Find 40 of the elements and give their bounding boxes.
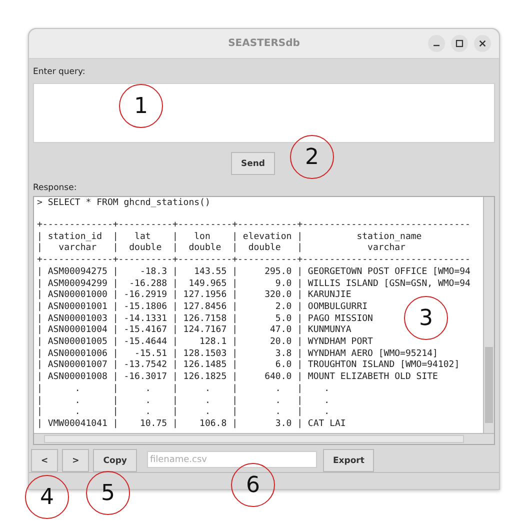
result-line: | station_id | lat | lon | elevation | station_name <box>37 232 422 243</box>
result-line: | ASN00001005 | -15.4644 | 128.1 | 20.0 | WYNDHAM PORT <box>37 337 373 349</box>
command-text: > SELECT * FROM ghcnd_stations() <box>37 198 210 210</box>
callout-number: 3 <box>404 296 448 340</box>
result-line: | ASN00001000 | -16.2919 | 127.1956 | 320.0 | KARUNJIE <box>37 290 352 302</box>
close-icon[interactable] <box>474 35 491 52</box>
callout-number: 5 <box>86 471 130 515</box>
result-line: | ASM00094275 | -18.3 | 143.55 | 295.0 | GEORGETOWN POST OFFICE [WMO=94 <box>37 266 470 279</box>
result-line: +-------------+----------+----------+-----------+------------------------------- <box>37 255 470 267</box>
callout-number: 4 <box>25 475 69 519</box>
result-line: | . | . | . | . | . <box>37 396 330 407</box>
result-line: | VMW00041041 | 10.75 | 106.8 | 3.0 | CAT LAI <box>37 418 346 431</box>
minimize-icon[interactable] <box>428 35 445 52</box>
query-label: Enter query: <box>33 66 86 77</box>
next-button[interactable]: > <box>62 449 90 472</box>
result-line: | ASN00001003 | -14.1331 | 126.7158 | 5.0 | PAGO MISSION <box>37 314 373 325</box>
result-line: | ASN00001008 | -16.3017 | 126.1825 | 640.0 | MOUNT ELIZABETH OLD SITE <box>37 372 438 384</box>
response-label: Response: <box>33 183 77 194</box>
callout-number: 6 <box>231 463 275 507</box>
previous-button[interactable]: < <box>31 449 58 472</box>
callout-number: 1 <box>119 84 163 128</box>
send-button[interactable]: Send <box>230 152 276 176</box>
copy-button[interactable]: Copy <box>93 449 137 472</box>
callout-number: 2 <box>290 135 334 179</box>
result-line: | ASN00001007 | -13.7542 | 126.1485 | 6.0 | TROUGHTON ISLAND [WMO=94102] <box>37 360 460 372</box>
result-line: +-------------+----------+----------+-----------+------------------------------- <box>37 220 470 232</box>
result-line: | ASN00001001 | -15.1806 | 127.8456 | 2.0 | OOMBULGURRI <box>37 302 368 314</box>
result-line: | . | . | . | . | . <box>37 384 330 396</box>
filename-field[interactable]: filename.csv <box>146 451 317 468</box>
vertical-scrollbar[interactable] <box>483 197 494 433</box>
result-line: | varchar | double | double | double | varchar <box>37 243 406 256</box>
result-line: | ASN00001006 | -15.51 | 128.1503 | 3.8 | WYNDHAM AERO [WMO=95214] <box>37 348 438 360</box>
window-title: SEASTERSdb <box>228 38 300 49</box>
result-line: | . | . | . | . | . <box>37 407 330 419</box>
horizontal-scrollbar[interactable] <box>34 432 494 444</box>
query-field[interactable] <box>33 82 495 143</box>
result-line: | ASM00094299 | -16.288 | 149.965 | 9.0 | WILLIS ISLAND [GSN=GSN, WMO=94 <box>37 278 470 290</box>
maximize-icon[interactable] <box>451 35 468 52</box>
export-button[interactable]: Export <box>322 449 374 472</box>
result-line: | ASN00001004 | -15.4167 | 124.7167 | 47.0 | KUNMUNYA <box>37 325 352 337</box>
